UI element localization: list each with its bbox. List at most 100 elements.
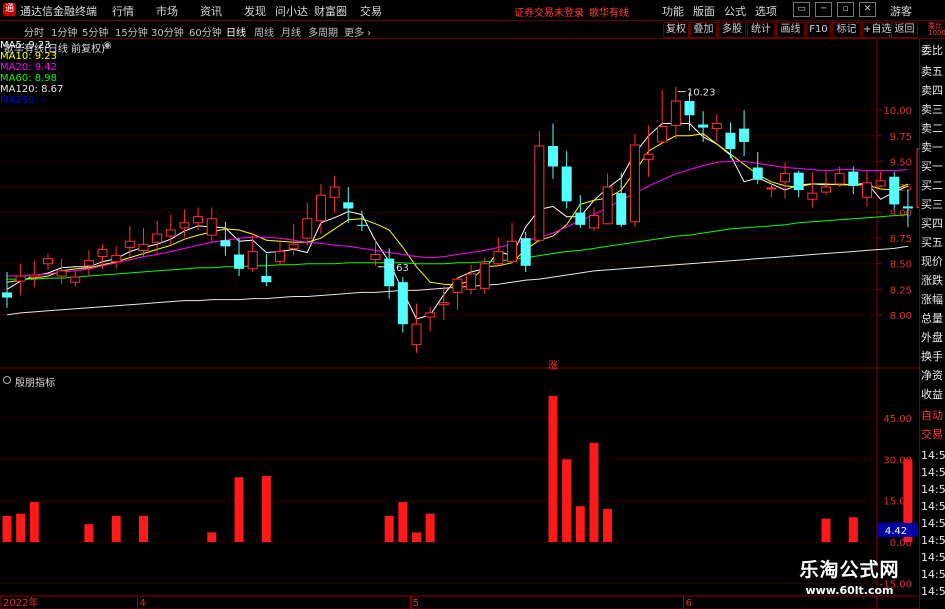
side-item-21: 14:56	[921, 449, 945, 462]
candle-body	[56, 270, 67, 277]
candle-body	[411, 323, 422, 346]
candle-body	[657, 126, 668, 143]
candle	[42, 253, 53, 270]
period-tab-9[interactable]: 多周期	[308, 24, 338, 39]
ma-line-ma20	[7, 160, 908, 277]
candle-body	[370, 254, 381, 261]
restore-window-button[interactable]: ▭	[793, 2, 810, 17]
candle	[70, 269, 81, 287]
right-menu-item-3[interactable]: 选项	[755, 3, 777, 19]
toolbar-button-5[interactable]: F10	[806, 22, 831, 38]
candle	[124, 225, 135, 257]
candle-body	[193, 216, 204, 224]
close-button[interactable]: ✕	[859, 2, 876, 17]
period-tab-10[interactable]: 更多 ›	[344, 24, 371, 39]
right-menu-item-2[interactable]: 公式	[724, 3, 746, 19]
candle	[889, 171, 900, 210]
menu-item-5[interactable]: 财富圈	[314, 3, 347, 19]
side-item-26: 14:56	[921, 534, 945, 547]
candle-body	[588, 215, 599, 229]
minimize-button[interactable]: ─	[815, 2, 832, 17]
candle	[507, 222, 518, 263]
candle	[698, 111, 709, 142]
period-tab-2[interactable]: 5分钟	[82, 24, 108, 39]
candle-body	[875, 180, 886, 187]
period-tab-0[interactable]: 分时	[24, 24, 44, 39]
right-menu-item-0[interactable]: 功能	[662, 3, 684, 19]
candle-body	[807, 192, 818, 200]
indicator-bar	[16, 513, 26, 543]
candle-body	[70, 276, 81, 283]
candle	[261, 253, 272, 287]
candle-body	[493, 250, 504, 265]
side-item-17: 净资	[921, 369, 943, 382]
candle	[493, 238, 504, 266]
chart-title-dropdown-icon[interactable]: ◉	[103, 40, 112, 51]
candle-body	[548, 146, 558, 167]
toolbar-button-4[interactable]: 画线	[776, 22, 805, 38]
menu-item-1[interactable]: 市场	[156, 3, 178, 19]
candle-body	[2, 292, 12, 298]
toolbar-button-7[interactable]: +自选	[862, 22, 891, 38]
period-tab-5[interactable]: 60分钟	[189, 24, 222, 39]
price-tick-label: 9.50	[890, 157, 912, 168]
candle-body	[479, 263, 490, 289]
candle-body	[397, 282, 408, 325]
side-item-0: 委比	[921, 44, 943, 57]
menu-item-2[interactable]: 资讯	[200, 3, 222, 19]
indicator-bar	[234, 477, 244, 543]
candle-body	[821, 186, 831, 193]
candle-body	[793, 172, 804, 191]
indicator-bar	[207, 532, 217, 543]
maximize-button[interactable]: ▫	[837, 2, 854, 17]
candle-body	[138, 243, 149, 251]
menu-item-3[interactable]: 发现	[244, 3, 266, 19]
indicator-bar	[589, 442, 599, 543]
candle-body	[711, 122, 722, 130]
menu-item-0[interactable]: 行情	[112, 3, 134, 19]
candle-body	[329, 186, 340, 198]
period-tab-7[interactable]: 周线	[254, 24, 274, 39]
toolbar-button-1[interactable]: 叠加	[690, 22, 717, 38]
menu-item-6[interactable]: 交易	[360, 3, 382, 19]
toolbar-button-3[interactable]: 统计	[747, 22, 775, 38]
candle-body	[452, 278, 463, 293]
period-tab-6[interactable]: 日线	[226, 24, 246, 39]
candle	[15, 263, 26, 296]
side-item-24: 14:56	[921, 500, 945, 513]
indicator-bar	[848, 517, 858, 543]
period-tab-4[interactable]: 30分钟	[151, 24, 184, 39]
price-tick-label: 9.75	[890, 132, 912, 143]
candle-body	[561, 166, 572, 202]
period-tab-3[interactable]: 15分钟	[115, 24, 148, 39]
menu-item-4[interactable]: 问小达	[275, 3, 308, 19]
candle-body	[275, 250, 285, 263]
indicator-bar	[425, 513, 435, 543]
date-tick-label: 6	[686, 598, 692, 609]
candle-body	[315, 194, 326, 222]
indicator-tick-label: 45.00	[883, 414, 912, 425]
candle-body	[684, 100, 695, 116]
login-warning[interactable]: 证券交易未登录	[514, 4, 584, 19]
toolbar-button-2[interactable]: 多股	[718, 22, 746, 38]
side-item-29: 14:56	[921, 585, 945, 598]
toolbar-button-6[interactable]: 标记	[832, 22, 861, 38]
toolbar-button-8[interactable]: 返回	[891, 22, 918, 38]
indicator-bar	[562, 459, 572, 543]
candle-body	[206, 218, 217, 236]
side-item-7: 买二	[921, 179, 943, 192]
candle	[752, 152, 763, 184]
candle	[397, 277, 408, 333]
period-tab-1[interactable]: 1分钟	[51, 24, 77, 39]
right-menu-item-1[interactable]: 版面	[693, 3, 715, 19]
toolbar-button-0[interactable]: 复权	[663, 22, 689, 38]
candle	[234, 238, 245, 277]
candle	[315, 183, 326, 235]
ma-legend-3: MA60: 8.98	[0, 73, 58, 84]
side-item-3: 卖三	[921, 103, 943, 116]
indicator-bar	[821, 518, 831, 543]
period-tab-8[interactable]: 月线	[281, 24, 301, 39]
chart-title: 歌华有线(日线 前复权)	[4, 44, 105, 55]
kline-chart[interactable]: 10.009.759.509.259.008.758.508.258.0045.…	[0, 39, 919, 609]
guest-user[interactable]: 游客	[890, 3, 912, 19]
